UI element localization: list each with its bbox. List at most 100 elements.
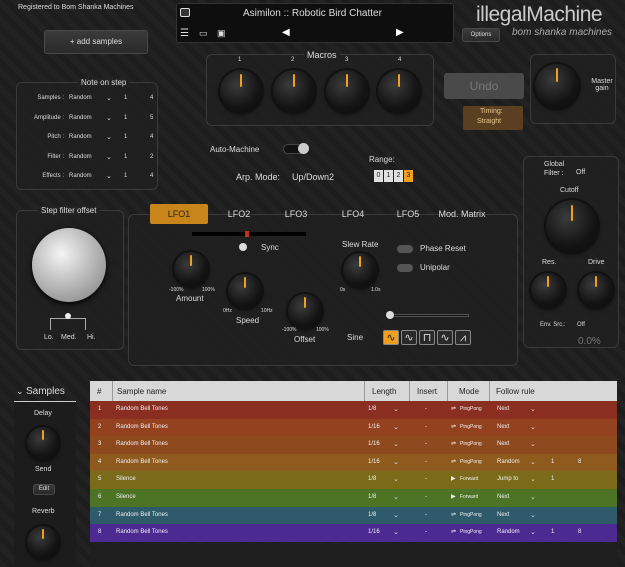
note-on-step-max-value[interactable]: 4 <box>150 173 153 179</box>
follow-rule-arg-b[interactable]: 8 <box>578 524 581 542</box>
note-on-step-mode-dropdown[interactable]: Random <box>69 154 92 160</box>
list-icon[interactable]: ☰ <box>180 28 189 39</box>
reverb-send-knob[interactable] <box>27 526 59 558</box>
follow-rule-arg-b[interactable]: 8 <box>578 454 581 472</box>
tab-lfo1[interactable]: LFO1 <box>150 204 208 224</box>
mode-value[interactable]: Forward <box>460 471 478 489</box>
follow-rule-value[interactable]: Next <box>497 489 509 507</box>
chevron-down-icon[interactable]: ⌄ <box>393 489 399 507</box>
next-preset-button[interactable]: ▶ <box>396 27 404 38</box>
insert-value[interactable]: - <box>425 419 427 437</box>
table-row[interactable]: 3 Random Bell Tones 1/16 ⌄ - ⇌ PingPong Next ⌄ <box>90 436 617 454</box>
chevron-down-icon[interactable]: ⌄ <box>530 507 536 525</box>
note-on-step-min-value[interactable]: 1 <box>124 115 127 121</box>
folder-icon[interactable]: ▭ <box>199 28 208 39</box>
square-wave-icon[interactable]: ⊓ <box>419 330 435 345</box>
cutoff-knob[interactable] <box>546 200 598 252</box>
chevron-down-icon[interactable]: ⌄ <box>106 133 112 141</box>
chevron-down-icon[interactable]: ⌄ <box>393 419 399 437</box>
sample-name[interactable]: Silence <box>116 471 136 489</box>
offset-knob[interactable] <box>288 294 322 328</box>
follow-rule-value[interactable]: Next <box>497 419 509 437</box>
note-on-step-min-value[interactable]: 1 <box>124 154 127 160</box>
mode-value[interactable]: PingPong <box>460 436 482 454</box>
range-option-3[interactable]: 3 <box>404 170 413 182</box>
range-option-0[interactable]: 0 <box>374 170 383 182</box>
tab-lfo3[interactable]: LFO3 <box>270 204 322 224</box>
length-value[interactable]: 1/8 <box>368 507 376 525</box>
mode-value[interactable]: PingPong <box>460 454 482 472</box>
length-value[interactable]: 1/16 <box>368 419 380 437</box>
samples-collapse-icon[interactable]: ⌄ <box>16 386 24 397</box>
saw-wave-icon[interactable]: ∿ <box>437 330 453 345</box>
insert-value[interactable]: - <box>425 489 427 507</box>
amount-knob[interactable] <box>174 252 208 286</box>
unipolar-toggle[interactable] <box>397 264 413 272</box>
note-on-step-min-value[interactable]: 1 <box>124 173 127 179</box>
sample-name[interactable]: Random Bell Tones <box>116 401 168 419</box>
sine-wave-icon[interactable]: ∿ <box>383 330 399 345</box>
follow-rule-value[interactable]: Jump to <box>497 471 518 489</box>
sample-name[interactable]: Random Bell Tones <box>116 507 168 525</box>
follow-rule-value[interactable]: Random <box>497 524 520 542</box>
options-button[interactable]: Options <box>462 28 500 42</box>
sample-name[interactable]: Random Bell Tones <box>116 419 168 437</box>
table-row[interactable]: 2 Random Bell Tones 1/16 ⌄ - ⇌ PingPong Next ⌄ <box>90 418 617 437</box>
triangle-wave-icon[interactable]: ∿ <box>401 330 417 345</box>
chevron-down-icon[interactable]: ⌄ <box>530 489 536 507</box>
note-on-step-max-value[interactable]: 4 <box>150 134 153 140</box>
sample-name[interactable]: Random Bell Tones <box>116 436 168 454</box>
length-value[interactable]: 1/8 <box>368 401 376 419</box>
samples-title[interactable]: Samples <box>26 386 65 397</box>
sync-toggle[interactable] <box>239 243 247 251</box>
follow-rule-value[interactable]: Random <box>497 454 520 472</box>
mode-value[interactable]: PingPong <box>460 524 482 542</box>
macro-1-knob[interactable] <box>220 70 262 112</box>
edit-button[interactable]: Edit <box>33 484 55 495</box>
follow-rule-value[interactable]: Next <box>497 436 509 454</box>
arp-mode-value[interactable]: Up/Down2 <box>292 172 334 182</box>
chevron-down-icon[interactable]: ⌄ <box>530 419 536 437</box>
save-icon[interactable]: ▣ <box>217 28 226 39</box>
chevron-down-icon[interactable]: ⌄ <box>106 153 112 161</box>
insert-value[interactable]: - <box>425 401 427 419</box>
table-row[interactable]: 8 Random Bell Tones 1/16 ⌄ - ⇌ PingPong Random ⌄… <box>90 524 617 542</box>
step-filter-selector-icon[interactable] <box>50 318 86 330</box>
insert-value[interactable]: - <box>425 454 427 472</box>
random-wave-icon[interactable]: ⩘ <box>455 330 471 345</box>
note-on-step-max-value[interactable]: 2 <box>150 154 153 160</box>
range-option-2[interactable]: 2 <box>394 170 403 182</box>
preset-name[interactable]: Asimilon :: Robotic Bird Chatter <box>243 8 382 19</box>
note-on-step-mode-dropdown[interactable]: Random <box>69 173 92 179</box>
insert-value[interactable]: - <box>425 471 427 489</box>
mode-value[interactable]: PingPong <box>460 507 482 525</box>
chevron-down-icon[interactable]: ⌄ <box>393 471 399 489</box>
note-on-step-mode-dropdown[interactable]: Random <box>69 134 92 140</box>
follow-rule-arg-a[interactable]: 1 <box>551 471 554 489</box>
chevron-down-icon[interactable]: ⌄ <box>393 524 399 542</box>
follow-rule-value[interactable]: Next <box>497 401 509 419</box>
drive-knob[interactable] <box>579 273 613 307</box>
add-samples-button[interactable]: + add samples <box>44 30 148 54</box>
undo-button[interactable]: Undo <box>444 73 524 99</box>
sample-name[interactable]: Silence <box>116 489 136 507</box>
table-row[interactable]: 5 Silence 1/8 ⌄ - ▶ Forward Jump to ⌄ 1 <box>90 471 617 489</box>
insert-value[interactable]: - <box>425 524 427 542</box>
follow-rule-value[interactable]: Next <box>497 507 509 525</box>
env-src-value[interactable]: Off <box>577 322 585 328</box>
tab-lfo2[interactable]: LFO2 <box>213 204 265 224</box>
tab-lfo4[interactable]: LFO4 <box>327 204 379 224</box>
step-filter-selector-thumb[interactable] <box>65 313 71 319</box>
table-row[interactable]: 7 Random Bell Tones 1/8 ⌄ - ⇌ PingPong Next ⌄ <box>90 506 617 525</box>
shape-slider[interactable] <box>391 314 469 317</box>
step-filter-hi[interactable]: Hi. <box>87 334 96 341</box>
follow-rule-arg-a[interactable]: 1 <box>551 524 554 542</box>
macro-4-knob[interactable] <box>378 70 420 112</box>
length-value[interactable]: 1/16 <box>368 524 380 542</box>
chevron-down-icon[interactable]: ⌄ <box>393 436 399 454</box>
slew-rate-knob[interactable] <box>343 253 377 287</box>
sample-name[interactable]: Random Bell Tones <box>116 454 168 472</box>
chevron-down-icon[interactable]: ⌄ <box>530 401 536 419</box>
tab-lfo5[interactable]: LFO5 <box>385 204 431 224</box>
chevron-down-icon[interactable]: ⌄ <box>106 172 112 180</box>
